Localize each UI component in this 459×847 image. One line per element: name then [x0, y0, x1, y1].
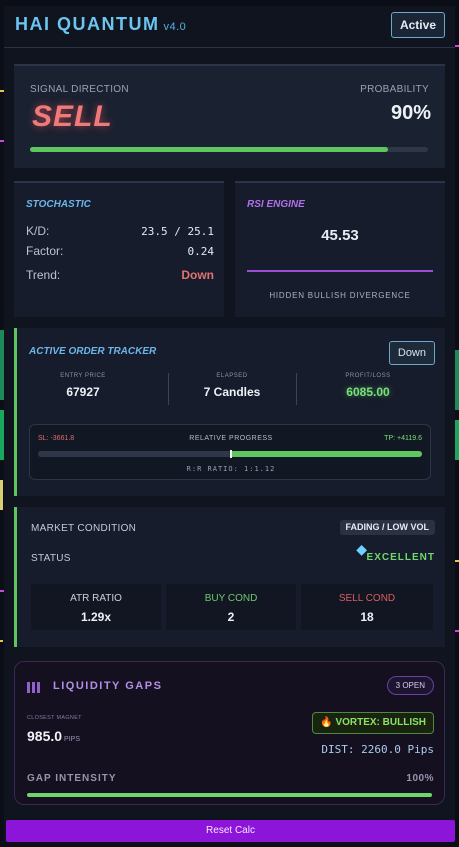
profit-loss-value: 6085.00	[346, 385, 390, 399]
closest-magnet-number: 985.0	[27, 728, 63, 744]
liquidity-gaps-card: LIQUIDITY GAPS 3 OPEN CLOSEST MAGNET 985…	[14, 661, 445, 805]
probability-value: 90%	[390, 102, 431, 124]
market-condition-label: MARKET CONDITION	[31, 523, 137, 534]
app-version: v4.0	[163, 21, 187, 33]
take-profit-label: TP: +4119.6	[384, 435, 422, 442]
sell-cond-value: 18	[360, 610, 374, 624]
market-condition-card: MARKET CONDITION FADING / LOW VOL STATUS…	[14, 507, 445, 647]
gem-icon: ◆	[356, 541, 367, 557]
header: HAI QUANTUM v4.0 Active	[4, 6, 455, 48]
buy-cond-label: BUY COND	[204, 593, 258, 604]
rsi-title: RSI ENGINE	[247, 199, 305, 210]
relative-progress-label: RELATIVE PROGRESS	[189, 435, 273, 442]
rr-ratio: R:R RATIO: 1:1.12	[186, 465, 276, 473]
closest-magnet-unit: PIPS	[64, 736, 80, 743]
open-gaps-badge: 3 OPEN	[386, 676, 434, 695]
profit-loss-stat: PROFIT/LOSS 6085.00	[304, 373, 432, 399]
progress-box: SL: -3661.8 RELATIVE PROGRESS TP: +4119.…	[29, 424, 431, 480]
reset-calc-button[interactable]: Reset Calc	[6, 820, 455, 842]
closest-magnet-label: CLOSEST MAGNET	[27, 715, 82, 721]
rsi-value: 45.53	[321, 227, 359, 244]
probability-bar	[30, 147, 428, 152]
direction-button[interactable]: Down	[388, 341, 435, 365]
sell-cond-box: SELL COND 18	[301, 584, 433, 630]
elapsed-label: ELAPSED	[216, 373, 248, 379]
sell-cond-label: SELL COND	[338, 593, 396, 604]
profit-loss-label: PROFIT/LOSS	[345, 373, 391, 379]
status-value: EXCELLENT	[366, 552, 435, 563]
kd-value: 23.5 / 25.1	[141, 225, 214, 238]
signal-direction-value: SELL	[32, 100, 113, 133]
gap-intensity-fill	[27, 793, 432, 797]
gap-intensity-bar	[27, 793, 432, 797]
rsi-divider	[247, 270, 433, 272]
elapsed-stat: ELAPSED 7 Candles	[168, 373, 296, 399]
order-tracker-title: ACTIVE ORDER TRACKER	[29, 346, 157, 357]
status-label: STATUS	[31, 553, 71, 564]
probability-label: PROBABILITY	[360, 84, 429, 95]
stochastic-title: STOCHASTIC	[26, 199, 91, 210]
distance-value: DIST: 2260.0 Pips	[321, 743, 434, 756]
signal-direction-label: SIGNAL DIRECTION	[30, 84, 129, 95]
liquidity-gaps-title: LIQUIDITY GAPS	[53, 680, 163, 692]
entry-price-value: 67927	[66, 385, 100, 399]
atr-ratio-label: ATR RATIO	[70, 593, 122, 604]
flame-icon: 🔥	[320, 717, 333, 728]
relative-progress-bar	[38, 450, 422, 458]
trend-value: Down	[181, 268, 214, 282]
active-button[interactable]: Active	[390, 12, 445, 38]
probability-bar-fill	[30, 147, 389, 152]
gap-intensity-value: 100%	[406, 773, 434, 784]
rsi-note: HIDDEN BULLISH DIVERGENCE	[269, 291, 411, 300]
signal-card: SIGNAL DIRECTION PROBABILITY SELL 90%	[14, 64, 445, 168]
buy-cond-box: BUY COND 2	[166, 584, 296, 630]
stochastic-card: STOCHASTIC K/D: 23.5 / 25.1 Factor: 0.24…	[14, 181, 224, 317]
trend-label: Trend:	[26, 268, 61, 282]
progress-marker	[230, 450, 232, 458]
atr-ratio-box: ATR RATIO 1.29x	[31, 584, 161, 630]
buy-cond-value: 2	[227, 610, 235, 624]
elapsed-value: 7 Candles	[203, 385, 261, 399]
app-title: HAI QUANTUM v4.0	[15, 14, 186, 35]
market-condition-badge: FADING / LOW VOL	[339, 520, 435, 535]
rsi-card: RSI ENGINE 45.53 HIDDEN BULLISH DIVERGEN…	[235, 181, 445, 317]
gap-intensity-label: GAP INTENSITY	[27, 773, 117, 784]
entry-price-stat: ENTRY PRICE 67927	[19, 373, 147, 399]
entry-price-label: ENTRY PRICE	[60, 373, 106, 379]
factor-label: Factor:	[26, 244, 64, 258]
stat-divider	[296, 373, 297, 405]
bars-icon	[27, 680, 42, 698]
order-tracker-card: ACTIVE ORDER TRACKER Down ENTRY PRICE 67…	[14, 328, 445, 496]
closest-magnet-value: 985.0 PIPS	[27, 728, 80, 744]
quantum-panel: HAI QUANTUM v4.0 Active SIGNAL DIRECTION …	[4, 6, 455, 842]
vortex-text: VORTEX: BULLISH	[335, 717, 426, 728]
app-title-text: HAI QUANTUM	[15, 14, 160, 34]
atr-ratio-value: 1.29x	[80, 610, 112, 624]
vortex-badge: 🔥 VORTEX: BULLISH	[312, 712, 434, 734]
relative-progress-fill	[230, 451, 422, 457]
factor-value: 0.24	[187, 245, 215, 258]
kd-label: K/D:	[26, 224, 50, 238]
